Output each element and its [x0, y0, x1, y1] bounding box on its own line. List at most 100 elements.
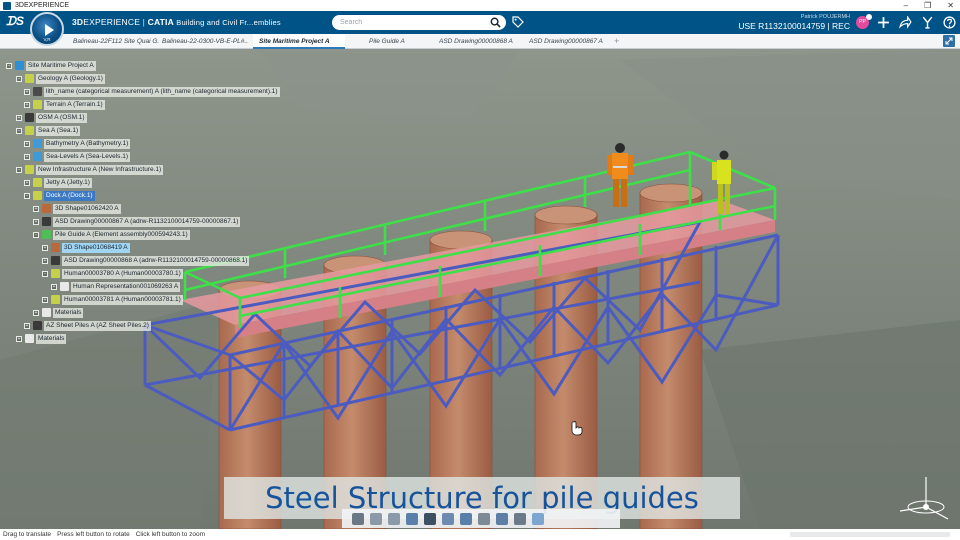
tree-toggle[interactable]: + [33, 205, 39, 212]
tree-node-3d-shape-01062420[interactable]: +3D Shape01062420 A [33, 203, 121, 214]
tree-toggle[interactable]: + [16, 335, 22, 342]
tree-node-3d-shape-01068419[interactable]: +3D Shape01068419 A [42, 242, 130, 253]
tree-node-terrain[interactable]: + Terrain A (Terrain.1) [24, 99, 105, 110]
tree-node-pile-guide[interactable]: − Pile Guide A (Element assembly000594243… [33, 229, 190, 240]
tree-node-label[interactable]: ASD Drawing00000868 A (adrw-R11321000147… [62, 255, 250, 266]
tree-node-label[interactable]: Human00003781 A (Human00003781.1) [62, 294, 183, 305]
tree-node-asd-drawing-868[interactable]: + ASD Drawing00000868 A (adrw-R1132100014… [42, 255, 250, 266]
tree-node-label[interactable]: AZ Sheet Piles A (AZ Sheet Piles.2) [44, 320, 151, 331]
paste-icon[interactable] [388, 512, 400, 525]
tree-node-label[interactable]: Pile Guide A (Element assembly000594243.… [53, 229, 190, 240]
tree-toggle[interactable]: + [51, 283, 57, 290]
undo-icon[interactable] [406, 512, 418, 525]
tree-toggle[interactable]: − [42, 270, 48, 277]
tree-node-new-infrastructure[interactable]: − New Infrastructure A (New Infrastructur… [16, 164, 164, 175]
ds-logo-icon[interactable]: ᗪS [6, 14, 24, 29]
tree-node-site-maritime[interactable]: − Site Maritime Project A [6, 60, 96, 71]
update-icon[interactable] [460, 512, 472, 525]
tree-node-geology[interactable]: − Geology A (Geology.1) [16, 73, 105, 84]
view-icon[interactable] [442, 512, 454, 525]
help-icon[interactable] [943, 16, 956, 29]
tree-node-sea[interactable]: − Sea A (Sea.1) [16, 125, 81, 136]
tree-toggle[interactable]: + [42, 296, 48, 303]
tree-node-label[interactable]: 3D Shape01062420 A [53, 203, 121, 214]
tools-panel-icon[interactable] [478, 512, 490, 525]
compass-button[interactable]: V,R [30, 12, 64, 46]
tree-toggle[interactable]: − [16, 75, 22, 82]
tree-node-human-representation[interactable]: + Human Representation001069263 A [51, 281, 181, 292]
tree-node-human-3781[interactable]: + Human00003781 A (Human00003781.1) [42, 294, 183, 305]
tab-asd-drawing-867[interactable]: ASD Drawing00000867 A [529, 34, 613, 49]
tree-node-jetty[interactable]: + Jetty A (Jetty.1) [24, 177, 92, 188]
tools-icon[interactable] [921, 16, 934, 29]
zoom-icon[interactable] [424, 512, 436, 525]
tree-node-label[interactable]: 3D Shape01068419 A [62, 242, 130, 253]
tree-node-label[interactable]: Geology A (Geology.1) [36, 73, 105, 84]
tab-site-maritime[interactable]: Site Maritime Project A [253, 34, 345, 49]
tree-node-label[interactable]: New Infrastructure A (New Infrastructure… [36, 164, 164, 175]
tree-toggle[interactable]: + [33, 218, 39, 225]
tree-node-label[interactable]: Bathymetry A (Bathymetry.1) [44, 138, 131, 149]
tab-pile-guide[interactable]: Pile Guide A [369, 34, 429, 49]
tree-toggle[interactable]: + [24, 101, 30, 108]
tree-toggle[interactable]: + [42, 257, 48, 264]
tree-toggle[interactable]: − [6, 62, 12, 69]
tree-toggle[interactable]: − [24, 192, 30, 199]
tree-node-label[interactable]: Materials [53, 307, 84, 318]
tree-node-label[interactable]: Human00003780 A (Human00003780.1) [62, 268, 183, 279]
tab-balineau-quai[interactable]: Balineau-22F112 Site Quai G... [73, 34, 159, 49]
tree-node-label[interactable]: Site Maritime Project A [26, 60, 96, 71]
render-icon[interactable] [496, 512, 508, 525]
tag-icon[interactable] [512, 16, 524, 28]
tree-toggle[interactable]: + [33, 309, 39, 316]
tree-toggle[interactable]: + [42, 244, 48, 251]
fullscreen-icon[interactable] [943, 35, 955, 47]
tab-balineau-pl[interactable]: Balineau-22-0300-VB-E-PL#... [162, 34, 248, 49]
tree-toggle[interactable]: − [16, 166, 22, 173]
tree-toggle[interactable]: + [24, 322, 30, 329]
tree-node-sea-levels[interactable]: + Sea-Levels A (Sea-Levels.1) [24, 151, 131, 162]
tree-node-label[interactable]: Sea A (Sea.1) [36, 125, 81, 136]
tree-node-label[interactable]: Materials [36, 333, 67, 344]
tree-node-label[interactable]: Jetty A (Jetty.1) [44, 177, 92, 188]
settings-icon[interactable] [514, 512, 526, 525]
user-context[interactable]: USE R1132100014759 | REC [736, 21, 850, 32]
tree-toggle[interactable]: + [16, 114, 22, 121]
tree-node-bathymetry[interactable]: + Bathymetry A (Bathymetry.1) [24, 138, 131, 149]
cut-icon[interactable] [352, 512, 364, 525]
share-icon[interactable] [899, 16, 912, 29]
tree-node-az-sheet-piles[interactable]: + AZ Sheet Piles A (AZ Sheet Piles.2) [24, 320, 151, 331]
add-icon[interactable] [877, 16, 890, 29]
close-button[interactable]: ✕ [947, 1, 954, 10]
tree-toggle[interactable]: + [24, 153, 30, 160]
tree-node-materials-inner[interactable]: + Materials [33, 307, 84, 318]
user-block[interactable]: Patrick POUJERMH USE R1132100014759 | RE… [736, 13, 850, 33]
tree-node-materials[interactable]: + Materials [16, 333, 67, 344]
tree-toggle[interactable]: + [24, 179, 30, 186]
tree-node-osm[interactable]: + OSM A (OSM.1) [16, 112, 87, 123]
tree-node-label[interactable]: lith_name (categorical measurement) A (l… [44, 86, 280, 97]
tree-toggle[interactable]: − [16, 127, 22, 134]
add-tab-button[interactable]: + [614, 34, 619, 49]
tree-node-label[interactable]: ASD Drawing00000867 A (adrw-R11321000147… [53, 216, 241, 227]
minimize-button[interactable]: – [904, 1, 908, 10]
tree-node-human-3780[interactable]: − Human00003780 A (Human00003780.1) [42, 268, 183, 279]
tree-node-label[interactable]: OSM A (OSM.1) [36, 112, 87, 123]
section-icon[interactable] [532, 512, 544, 525]
tree-toggle[interactable]: + [24, 140, 30, 147]
copy-icon[interactable] [370, 512, 382, 525]
tree-node-label[interactable]: Human Representation001069263 A [71, 281, 181, 292]
tree-node-dock[interactable]: − Dock A (Dock.1) [24, 190, 95, 201]
search-input[interactable] [332, 15, 506, 30]
maximize-button[interactable]: ❐ [924, 1, 931, 10]
tab-asd-drawing-868[interactable]: ASD Drawing00000868 A [439, 34, 523, 49]
tree-toggle[interactable]: + [24, 88, 30, 95]
tree-node-lith-name[interactable]: + lith_name (categorical measurement) A (… [24, 86, 280, 97]
search-icon[interactable] [490, 17, 501, 28]
tree-node-asd-drawing-867[interactable]: + ASD Drawing00000867 A (adrw-R1132100014… [33, 216, 241, 227]
tree-node-label[interactable]: Terrain A (Terrain.1) [44, 99, 105, 110]
orientation-robot-icon[interactable] [896, 475, 952, 525]
tree-toggle[interactable]: − [33, 231, 39, 238]
tree-node-label[interactable]: Dock A (Dock.1) [44, 190, 95, 201]
tree-node-label[interactable]: Sea-Levels A (Sea-Levels.1) [44, 151, 131, 162]
